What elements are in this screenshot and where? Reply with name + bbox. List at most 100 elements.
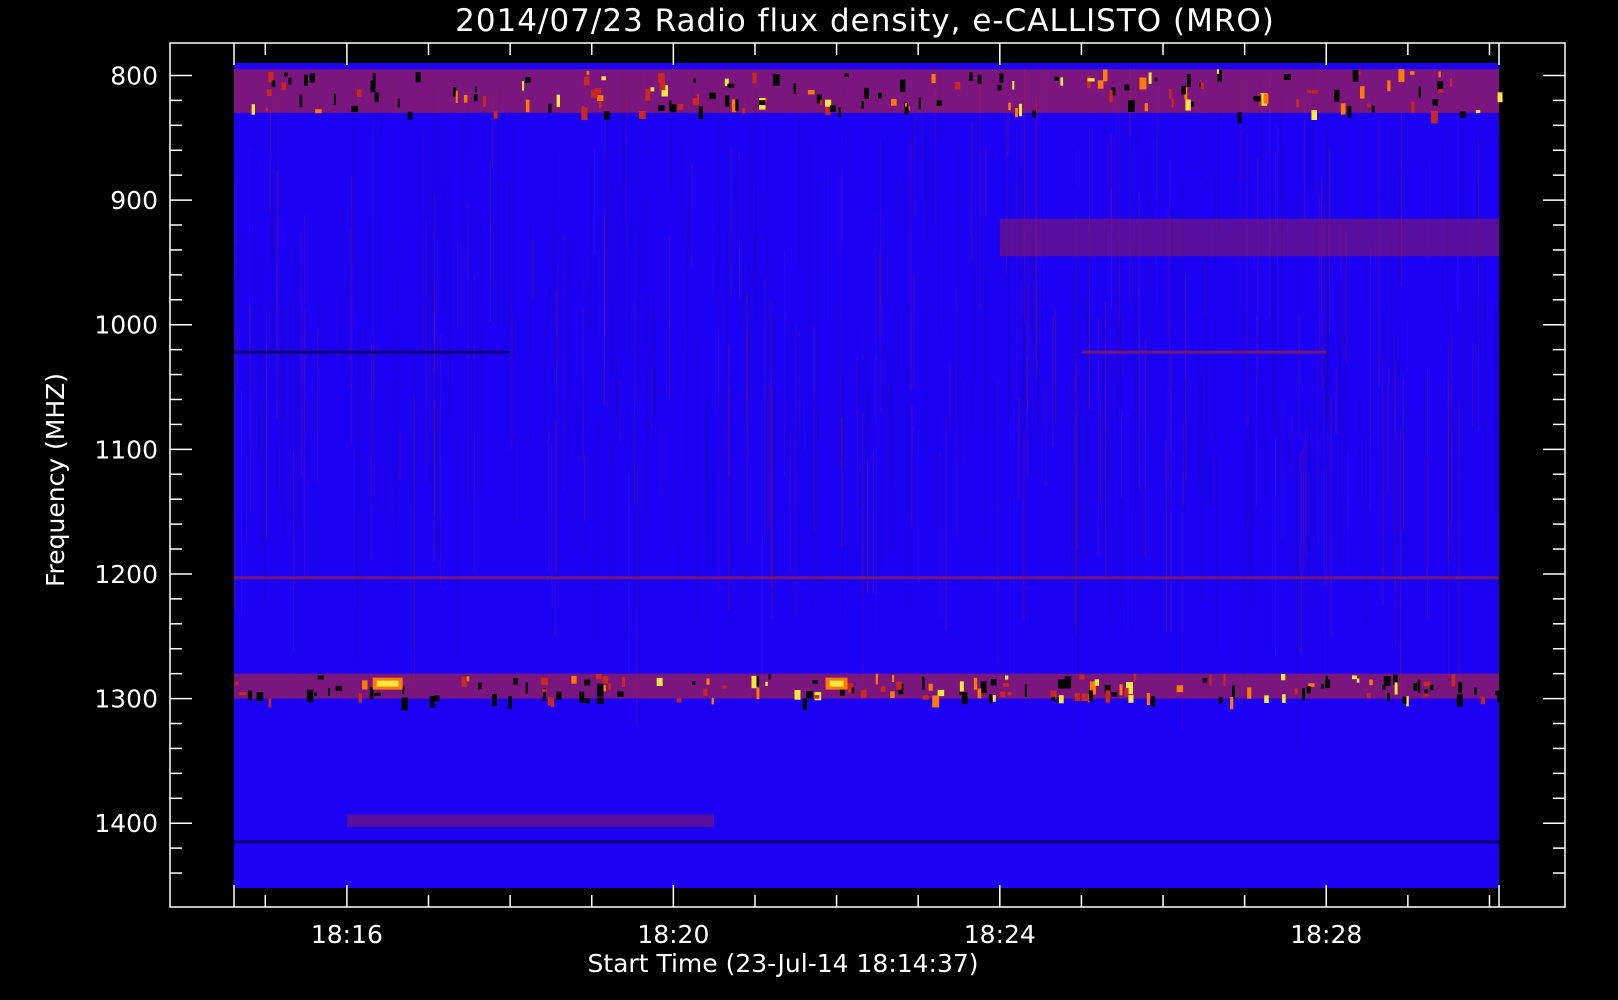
noise-stripe	[443, 180, 445, 315]
emission-speck	[1200, 82, 1204, 90]
emission-speck	[256, 692, 264, 701]
emission-speck	[928, 683, 933, 691]
noise-stripe	[511, 314, 513, 445]
noise-stripe	[957, 151, 960, 309]
emission-speck	[802, 698, 807, 710]
noise-stripe	[1278, 415, 1280, 496]
emission-speck	[1438, 89, 1444, 93]
noise-stripe	[360, 442, 362, 609]
noise-stripe	[1033, 251, 1036, 446]
noise-stripe	[1365, 264, 1367, 306]
noise-stripe	[1406, 408, 1408, 583]
noise-stripe	[1188, 387, 1190, 500]
emission-speck	[794, 690, 801, 700]
noise-stripe	[705, 360, 707, 483]
emission-speck	[1058, 679, 1065, 689]
emission-speck	[954, 81, 961, 90]
noise-stripe	[283, 306, 286, 347]
emission-speck	[1094, 679, 1100, 686]
noise-stripe	[654, 316, 656, 417]
noise-stripe	[1012, 406, 1014, 676]
noise-stripe	[1030, 396, 1032, 626]
noise-stripe	[1330, 364, 1332, 488]
emission-speck	[698, 106, 703, 119]
emission-speck	[594, 88, 602, 94]
noise-stripe	[1188, 109, 1191, 174]
noise-stripe	[750, 123, 752, 233]
emission-speck	[1088, 690, 1093, 702]
noise-stripe	[1453, 392, 1455, 533]
noise-stripe	[1404, 113, 1406, 208]
emission-speck	[1283, 74, 1291, 80]
emission-speck	[1459, 111, 1466, 118]
noise-stripe	[299, 371, 301, 531]
noise-stripe	[1420, 319, 1423, 412]
y-tick-label: 1200	[94, 560, 158, 589]
noise-stripe	[1183, 418, 1185, 506]
noise-stripe	[712, 175, 714, 410]
emission-speck	[401, 697, 408, 711]
emission-speck	[1406, 696, 1409, 707]
noise-stripe	[913, 273, 915, 389]
noise-stripe	[1076, 319, 1078, 413]
emission-speck	[306, 689, 314, 703]
noise-stripe	[1052, 315, 1054, 447]
noise-stripe	[351, 176, 353, 446]
noise-stripe	[1458, 400, 1460, 687]
emission-speck	[1398, 69, 1405, 82]
emission-speck	[1253, 96, 1259, 100]
emission-speck	[752, 72, 757, 84]
noise-stripe	[1001, 254, 1004, 297]
noise-stripe	[461, 115, 463, 247]
emission-speck	[1411, 101, 1415, 113]
noise-stripe	[911, 404, 913, 529]
noise-stripe	[1055, 308, 1057, 425]
emission-speck	[977, 74, 982, 84]
emission-speck	[1003, 683, 1009, 687]
emission-speck	[362, 680, 368, 690]
emission-speck	[434, 695, 440, 702]
spectrogram-plot-area	[234, 63, 1504, 888]
noise-stripe	[582, 307, 584, 462]
emission-speck	[473, 94, 478, 102]
spectrogram-chart: 2014/07/23 Radio flux density, e-CALLIST…	[0, 0, 1618, 1000]
emission-speck	[1306, 686, 1311, 694]
emission-speck	[905, 103, 908, 107]
noise-stripe	[1359, 397, 1361, 500]
noise-stripe	[652, 293, 654, 443]
x-axis-label: Start Time (23-Jul-14 18:14:37)	[587, 949, 978, 978]
emission-speck	[1133, 674, 1137, 681]
emission-speck	[1105, 690, 1110, 703]
emission-speck	[1232, 685, 1235, 699]
noise-stripe	[1218, 109, 1220, 234]
emission-speck	[1187, 73, 1191, 87]
emission-speck	[522, 81, 525, 91]
noise-stripe	[1169, 161, 1171, 452]
emission-speck	[937, 689, 945, 697]
noise-stripe	[1476, 130, 1478, 296]
emission-speck	[525, 76, 531, 83]
noise-stripe	[1271, 245, 1274, 435]
noise-stripe	[1390, 128, 1392, 393]
noise-stripe	[969, 189, 971, 237]
emission-speck	[1202, 677, 1208, 683]
emission-speck	[1281, 674, 1286, 681]
noise-stripe	[1394, 439, 1396, 546]
y-tick-label: 900	[110, 186, 158, 215]
noise-stripe	[811, 394, 813, 603]
noise-stripe	[1300, 450, 1302, 654]
emission-speck	[999, 73, 1004, 83]
noise-stripe	[723, 113, 725, 171]
emission-speck	[959, 691, 964, 695]
emission-speck	[703, 688, 708, 696]
noise-stripe	[754, 236, 756, 311]
emission-speck	[706, 678, 710, 685]
emission-speck	[645, 88, 651, 101]
noise-stripe	[290, 296, 292, 519]
noise-stripe	[1120, 411, 1123, 498]
spectral-band	[346, 814, 715, 827]
emission-speck	[542, 689, 547, 693]
noise-stripe	[370, 344, 372, 562]
noise-stripe	[1387, 367, 1389, 494]
noise-stripe	[868, 385, 870, 454]
